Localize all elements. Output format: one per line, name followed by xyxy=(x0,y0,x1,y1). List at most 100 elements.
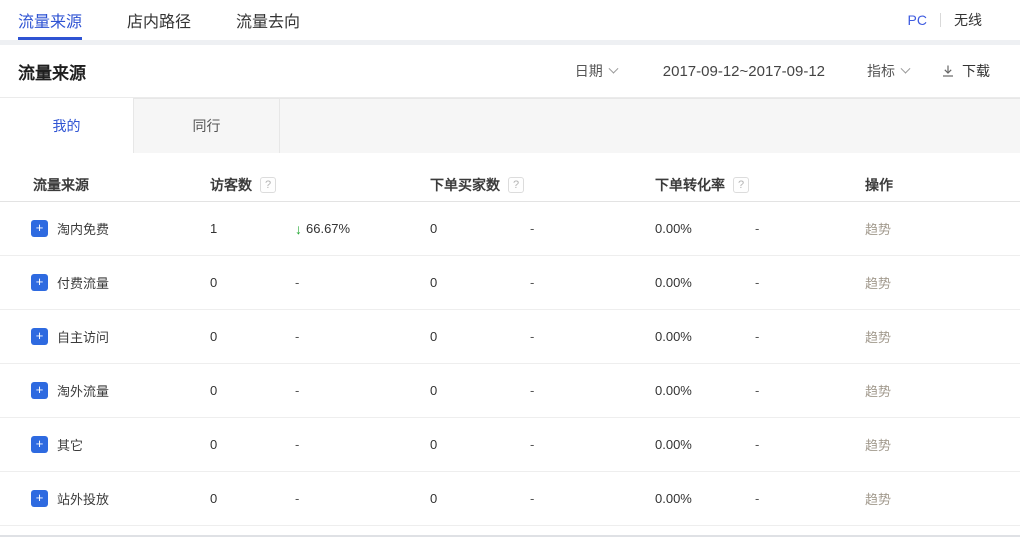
expand-plus-icon[interactable]: + xyxy=(31,490,48,507)
visitors-value: 0 xyxy=(210,437,295,452)
buyers-value: 0 xyxy=(430,221,530,236)
header-controls: 日期 2017-09-12~2017-09-12 指标 下载 xyxy=(575,61,990,81)
date-dropdown[interactable]: 日期 xyxy=(575,61,617,81)
date-dropdown-label: 日期 xyxy=(575,61,603,81)
visitors-value: 0 xyxy=(210,491,295,506)
table-header-row: 流量来源 访客数 ? 下单买家数 ? 下单转化率 ? 操作 xyxy=(0,168,1020,202)
source-cell: + 淘外流量 xyxy=(0,381,210,400)
visitors-value: 0 xyxy=(210,383,295,398)
tab-peers[interactable]: 同行 xyxy=(133,98,280,153)
download-label: 下载 xyxy=(962,61,990,81)
visitors-change: ↓ 66.67% xyxy=(295,221,430,237)
conversion-change: - xyxy=(755,437,865,452)
metrics-dropdown[interactable]: 指标 xyxy=(867,61,909,81)
chevron-down-icon xyxy=(608,63,618,73)
source-label: 自主访问 xyxy=(57,327,109,346)
buyers-change: - xyxy=(530,221,655,236)
conversion-value: 0.00% xyxy=(655,329,755,344)
nav-tab-instore-path[interactable]: 店内路径 xyxy=(127,0,191,40)
platform-switcher: PC 无线 xyxy=(908,0,1020,40)
table-row: + 其它 0 - 0 - 0.00% - 趋势 xyxy=(0,418,1020,472)
content-header: 流量来源 日期 2017-09-12~2017-09-12 指标 xyxy=(0,45,1020,98)
source-cell: + 付费流量 xyxy=(0,273,210,292)
source-cell: + 淘内免费 xyxy=(0,219,210,238)
conversion-value: 0.00% xyxy=(655,221,755,236)
column-header-buyers: 下单买家数 ? xyxy=(430,175,655,195)
buyers-change: - xyxy=(530,491,655,506)
platform-pc-link[interactable]: PC xyxy=(908,12,927,28)
conversion-value: 0.00% xyxy=(655,383,755,398)
expand-plus-icon[interactable]: + xyxy=(31,382,48,399)
conversion-value: 0.00% xyxy=(655,437,755,452)
visitors-change: - xyxy=(295,491,430,506)
buyers-change: - xyxy=(530,437,655,452)
nav-tab-traffic-source[interactable]: 流量来源 xyxy=(18,0,82,40)
traffic-source-page: 流量来源 店内路径 流量去向 PC 无线 流量来源 日期 2017-09-12~… xyxy=(0,0,1020,537)
page-title: 流量来源 xyxy=(18,59,86,84)
date-range-value[interactable]: 2017-09-12~2017-09-12 xyxy=(663,63,825,80)
buyers-value: 0 xyxy=(430,329,530,344)
source-cell: + 自主访问 xyxy=(0,327,210,346)
buyers-value: 0 xyxy=(430,383,530,398)
column-header-visitors: 访客数 ? xyxy=(210,175,430,195)
platform-wireless-link[interactable]: 无线 xyxy=(954,10,982,30)
visitors-change: - xyxy=(295,329,430,344)
visitors-value: 0 xyxy=(210,275,295,290)
expand-plus-icon[interactable]: + xyxy=(31,436,48,453)
source-label: 淘外流量 xyxy=(57,381,109,400)
visitors-change: - xyxy=(295,437,430,452)
trend-link[interactable]: 趋势 xyxy=(865,381,1020,400)
column-header-conversion: 下单转化率 ? xyxy=(655,175,865,195)
trend-link[interactable]: 趋势 xyxy=(865,327,1020,346)
visitors-change: - xyxy=(295,275,430,290)
conversion-value: 0.00% xyxy=(655,275,755,290)
nav-tab-traffic-destination[interactable]: 流量去向 xyxy=(236,0,300,40)
trend-link[interactable]: 趋势 xyxy=(865,273,1020,292)
table-row: + 站外投放 0 - 0 - 0.00% - 趋势 xyxy=(0,472,1020,526)
chevron-down-icon xyxy=(901,63,911,73)
help-icon[interactable]: ? xyxy=(260,177,276,193)
scope-tabs: 我的 同行 xyxy=(0,98,1020,153)
buyers-value: 0 xyxy=(430,437,530,452)
visitors-value: 0 xyxy=(210,329,295,344)
buyers-change: - xyxy=(530,383,655,398)
buyers-change: - xyxy=(530,275,655,290)
source-cell: + 站外投放 xyxy=(0,489,210,508)
source-label: 淘内免费 xyxy=(57,219,109,238)
visitors-value: 1 xyxy=(210,221,295,236)
down-arrow-icon: ↓ xyxy=(295,221,302,237)
conversion-change: - xyxy=(755,491,865,506)
traffic-source-table: 流量来源 访客数 ? 下单买家数 ? 下单转化率 ? 操作 + 淘内免费 1 xyxy=(0,168,1020,526)
source-label: 其它 xyxy=(57,435,83,454)
conversion-change: - xyxy=(755,275,865,290)
conversion-value: 0.00% xyxy=(655,491,755,506)
expand-plus-icon[interactable]: + xyxy=(31,328,48,345)
help-icon[interactable]: ? xyxy=(508,177,524,193)
buyers-change: - xyxy=(530,329,655,344)
trend-link[interactable]: 趋势 xyxy=(865,435,1020,454)
expand-plus-icon[interactable]: + xyxy=(31,274,48,291)
table-row: + 淘内免费 1 ↓ 66.67% 0 - 0.00% - 趋势 xyxy=(0,202,1020,256)
trend-link[interactable]: 趋势 xyxy=(865,219,1020,238)
column-header-source: 流量来源 xyxy=(0,175,210,195)
tabstrip-filler xyxy=(280,98,1020,153)
conversion-change: - xyxy=(755,329,865,344)
divider xyxy=(940,13,941,27)
conversion-change: - xyxy=(755,383,865,398)
trend-link[interactable]: 趋势 xyxy=(865,489,1020,508)
table-row: + 付费流量 0 - 0 - 0.00% - 趋势 xyxy=(0,256,1020,310)
buyers-value: 0 xyxy=(430,275,530,290)
buyers-value: 0 xyxy=(430,491,530,506)
download-icon xyxy=(941,64,955,78)
column-header-buyers-label: 下单买家数 xyxy=(430,175,500,195)
expand-plus-icon[interactable]: + xyxy=(31,220,48,237)
metrics-dropdown-label: 指标 xyxy=(867,61,895,81)
top-nav: 流量来源 店内路径 流量去向 PC 无线 xyxy=(0,0,1020,40)
help-icon[interactable]: ? xyxy=(733,177,749,193)
download-button[interactable]: 下载 xyxy=(941,61,990,81)
tab-mine[interactable]: 我的 xyxy=(0,98,133,153)
source-cell: + 其它 xyxy=(0,435,210,454)
column-header-visitors-label: 访客数 xyxy=(210,175,252,195)
column-header-action: 操作 xyxy=(865,175,1020,195)
conversion-change: - xyxy=(755,221,865,236)
